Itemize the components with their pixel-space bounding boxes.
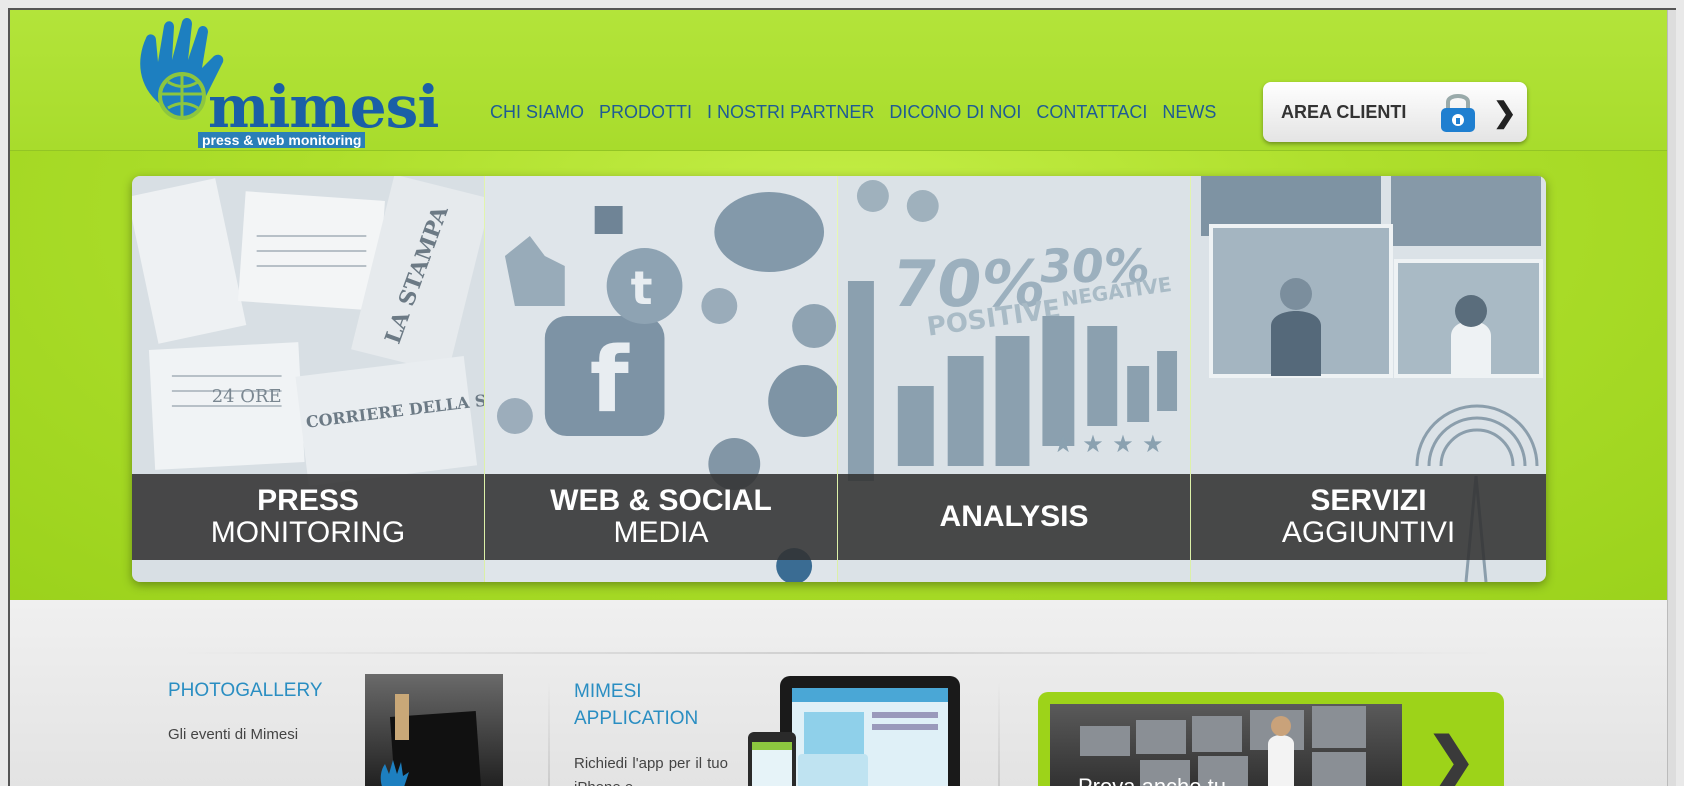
- chevron-right-icon: ❯: [1493, 97, 1517, 128]
- promo-image: Prova anche tu: [1050, 704, 1402, 786]
- lock-icon: [1441, 94, 1475, 132]
- at-sign-icon: [496, 398, 533, 434]
- logo-wordmark: mimesi: [208, 73, 439, 141]
- nav-chi-siamo[interactable]: CHI SIAMO: [490, 102, 584, 123]
- panel-caption: PRESS MONITORING: [132, 474, 484, 560]
- photogallery-subtitle: Gli eventi di Mimesi: [168, 726, 299, 743]
- svg-text:★: ★: [1052, 430, 1073, 458]
- services-banner: LA STAMPA CORRIERE DELLA SERA 24 ORE PRE…: [132, 176, 1546, 582]
- column-separator: [998, 680, 1000, 786]
- nav-dicono-di-noi[interactable]: DICONO DI NOI: [889, 102, 1021, 123]
- nav-partner[interactable]: I NOSTRI PARTNER: [707, 102, 874, 123]
- main-nav: CHI SIAMO PRODOTTI I NOSTRI PARTNER DICO…: [490, 102, 1231, 123]
- chevron-right-icon[interactable]: ❯: [1426, 730, 1476, 786]
- skype-icon: [792, 304, 837, 348]
- panel-caption: SERVIZI AGGIUNTIVI: [1191, 474, 1546, 560]
- promo-text: Prova anche tu: [1078, 774, 1226, 786]
- caption-line-2: AGGIUNTIVI: [1281, 516, 1456, 549]
- caption-line-2: MONITORING: [210, 516, 406, 549]
- devices-image[interactable]: [748, 676, 960, 786]
- content-section: PHOTOGALLERY Gli eventi di Mimesi MIMESI…: [10, 600, 1676, 786]
- area-clienti-button[interactable]: AREA CLIENTI ❯: [1263, 82, 1527, 142]
- panel-press-monitoring[interactable]: LA STAMPA CORRIERE DELLA SERA 24 ORE PRE…: [132, 176, 485, 582]
- caption-line-1: PRESS: [257, 484, 359, 517]
- svg-text:f: f: [590, 329, 630, 433]
- nav-prodotti[interactable]: PRODOTTI: [599, 102, 692, 123]
- top-bar: mimesi press & web monitoring CHI SIAMO …: [10, 10, 1676, 151]
- yahoo-icon: [701, 288, 738, 324]
- panel-web-social-media[interactable]: f t WEB & SOCIAL MEDIA: [485, 176, 838, 582]
- app-title-line-2: APPLICATION: [574, 708, 699, 729]
- panel-caption: WEB & SOCIAL MEDIA: [485, 474, 837, 560]
- newspaper-title-3: 24 ORE: [212, 386, 282, 407]
- svg-text:★: ★: [1082, 430, 1103, 458]
- panel-caption: ANALYSIS: [838, 474, 1190, 560]
- panel-analysis[interactable]: 70% 30% POSITIVE NEGATIVE ★ ★ ★ ★ ANALYS…: [838, 176, 1191, 582]
- app-description: Richiedi l'app per il tuo iPhone e: [574, 755, 728, 786]
- rss-icon: [768, 365, 837, 437]
- section-divider: [168, 652, 1508, 654]
- area-clienti-label: AREA CLIENTI: [1281, 102, 1407, 122]
- header: mimesi press & web monitoring CHI SIAMO …: [10, 10, 1676, 600]
- svg-text:★: ★: [1142, 430, 1163, 458]
- caption-line-1: WEB & SOCIAL: [550, 484, 772, 517]
- panel-servizi-aggiuntivi[interactable]: SERVIZI AGGIUNTIVI: [1191, 176, 1546, 582]
- photogallery-title[interactable]: PHOTOGALLERY: [168, 680, 323, 702]
- app-title[interactable]: MIMESI APPLICATION: [574, 678, 698, 732]
- caption-line-1: SERVIZI: [1310, 484, 1427, 517]
- photo-clip-icon: [380, 694, 483, 786]
- app-title-line-1: MIMESI: [574, 681, 642, 702]
- tablet-phone-icon: [748, 676, 960, 786]
- promo-box[interactable]: Prova anche tu ❯: [1038, 692, 1504, 786]
- caption-line-1: ANALYSIS: [939, 500, 1089, 533]
- column-separator: [548, 680, 550, 786]
- nav-news[interactable]: NEWS: [1162, 102, 1216, 123]
- caption-line-2: MEDIA: [613, 516, 709, 549]
- browser-viewport: mimesi press & web monitoring CHI SIAMO …: [8, 8, 1676, 786]
- nav-contattaci[interactable]: CONTATTACI: [1036, 102, 1147, 123]
- svg-text:t: t: [631, 261, 653, 315]
- blogger-icon: [714, 192, 825, 272]
- mimesi-logo[interactable]: mimesi press & web monitoring: [130, 16, 439, 156]
- scrollbar[interactable]: [1667, 10, 1676, 786]
- logo-tagline: press & web monitoring: [198, 132, 366, 148]
- photogallery-thumbnail[interactable]: [365, 674, 503, 786]
- svg-text:★: ★: [1112, 430, 1133, 458]
